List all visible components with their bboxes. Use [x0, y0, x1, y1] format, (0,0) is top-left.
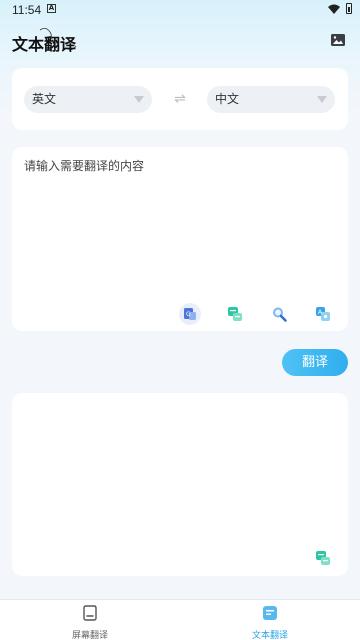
- tab-text-translate[interactable]: 文本翻译: [230, 604, 310, 640]
- tab-label: 屏幕翻译: [71, 631, 108, 640]
- output-card: [12, 393, 348, 576]
- tab-label: 文本翻译: [251, 631, 288, 640]
- source-text-input[interactable]: [24, 157, 334, 297]
- language-selector-card: 英文 ⇌ 中文: [12, 68, 348, 130]
- status-time: 11:54: [12, 3, 42, 17]
- translation-output: [24, 403, 334, 543]
- input-card: G A: [12, 147, 348, 331]
- copy-icon: [228, 307, 242, 321]
- copy-button[interactable]: [224, 303, 246, 325]
- text-recognition-icon: G: [184, 308, 196, 320]
- chevron-down-icon: [317, 96, 327, 103]
- status-bar: 11:54 A: [0, 0, 360, 18]
- photo-translate-icon: A: [316, 307, 330, 321]
- document-icon: [263, 606, 277, 620]
- source-language-select[interactable]: 英文: [24, 86, 152, 113]
- photo-translate-button[interactable]: A: [312, 303, 334, 325]
- swap-icon[interactable]: ⇌: [172, 92, 188, 106]
- tab-screen-translate[interactable]: 屏幕翻译: [50, 604, 130, 640]
- translate-button[interactable]: 翻译: [282, 349, 348, 376]
- notification-icon: A: [47, 4, 56, 13]
- target-language-label: 中文: [215, 92, 240, 106]
- svg-text:G: G: [186, 311, 191, 318]
- copy-icon[interactable]: [314, 549, 332, 567]
- search-icon: [273, 307, 287, 322]
- search-button[interactable]: [268, 303, 290, 325]
- screen-icon: [83, 605, 97, 621]
- battery-icon: [346, 3, 352, 14]
- target-language-select[interactable]: 中文: [207, 86, 335, 113]
- app-header: 文本翻译: [0, 26, 360, 56]
- image-icon[interactable]: [330, 32, 346, 48]
- wifi-icon: [328, 4, 340, 14]
- source-language-label: 英文: [32, 92, 57, 106]
- status-indicators: [328, 3, 352, 14]
- bottom-navigation: 屏幕翻译 文本翻译: [0, 599, 360, 640]
- text-recognition-button[interactable]: G: [179, 303, 201, 325]
- chevron-down-icon: [134, 96, 144, 103]
- page-title: 文本翻译: [12, 35, 77, 54]
